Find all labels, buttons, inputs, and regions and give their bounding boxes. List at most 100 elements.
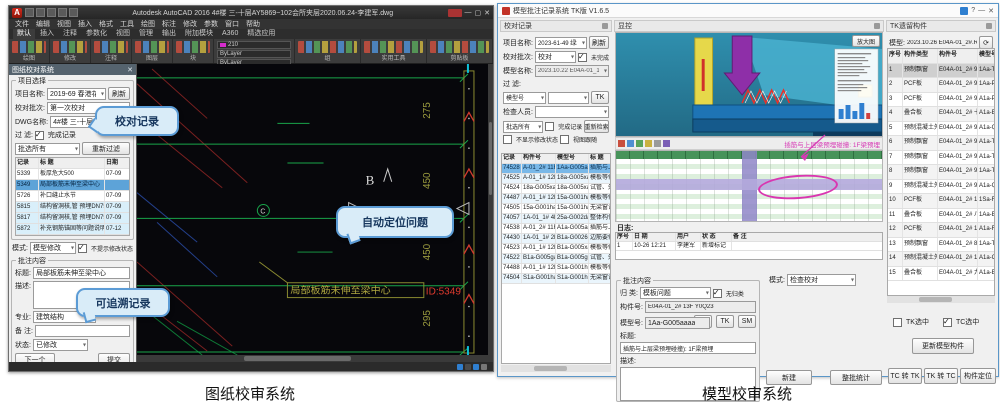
tk-row[interactable]: 12 PCF板 E04A-01_2# 12F... A1a-F003 <box>888 223 994 238</box>
toolbar-icon[interactable] <box>663 140 670 147</box>
research-button[interactable]: 重新检索 <box>584 120 609 133</box>
ribbon-tab[interactable]: 视图 <box>112 29 134 39</box>
menu-item[interactable]: 参数 <box>204 19 218 29</box>
menu-item[interactable]: 插入 <box>78 19 92 29</box>
toolbar-icon[interactable] <box>618 140 625 147</box>
next-button[interactable]: 下一个 <box>15 353 55 362</box>
ribbon-group[interactable]: 块 <box>173 39 214 63</box>
menu-item[interactable]: 编辑 <box>36 19 50 29</box>
refresh-button[interactable]: 刷新 <box>589 36 609 49</box>
ribbon-group[interactable]: 注释 <box>91 39 132 63</box>
no-class-checkbox[interactable] <box>713 289 722 298</box>
status-icon[interactable] <box>481 364 487 370</box>
pin-icon[interactable] <box>602 23 608 29</box>
class-filter-combo[interactable]: 批选所有 <box>503 121 543 133</box>
model-record-row[interactable]: 74538 A-01_2# 11F YGC A1a-G005aaaaa 插筋与上… <box>502 224 610 234</box>
ribbon-icons[interactable] <box>53 41 87 53</box>
model-record-row[interactable]: 74505 15a-G001haaba 15a-G001haaba 无梁窗试口、… <box>502 204 610 214</box>
tk-row[interactable]: 9 预制混凝土外墙 E04A-01_2# 9F Y... A1a-QA03 <box>888 180 994 195</box>
model-window-controls[interactable]: ?—✕ <box>971 7 994 15</box>
log-row[interactable]: 1 10-26 12:21 李建军 新增标记 <box>616 242 882 251</box>
select-all-combo[interactable]: 批选所有 <box>15 143 80 155</box>
ribbon-icons[interactable] <box>135 41 169 53</box>
canvas-vscrollbar[interactable] <box>488 64 493 355</box>
ribbon-group[interactable]: 绘图 <box>9 39 50 63</box>
ribbon-tab[interactable]: 管理 <box>135 29 157 39</box>
no-prompt-checkbox[interactable] <box>78 244 87 253</box>
status-icon[interactable] <box>457 364 463 370</box>
menu-item[interactable]: 标注 <box>162 19 176 29</box>
ribbon-icons[interactable] <box>12 41 46 53</box>
note-title-input[interactable]: 局部板筋未伸至梁中心 <box>33 267 130 279</box>
record-row[interactable]: 5817 结构留洞核,管 预埋DN75过滤 07-09 <box>16 213 129 224</box>
record-row[interactable]: 5339 板厚危大500 07-09 <box>16 169 129 180</box>
ribbon-group[interactable]: 实用工具 <box>361 39 427 63</box>
canvas-hscrollbar[interactable] <box>137 355 493 362</box>
component-input[interactable]: E04A-01_2# 13F Y0Q23 <box>645 301 756 313</box>
chat-icon[interactable] <box>960 7 968 15</box>
record-row[interactable]: 5349 局部板筋未伸至梁中心 <box>16 180 129 191</box>
tk-row[interactable]: 14 预制混凝土外墙 E04A-01_2# 1F Y... A1a-GA03 <box>888 252 994 267</box>
ribbon-tab[interactable]: 精选应用 <box>243 29 279 39</box>
model-record-row[interactable]: 74504 S1a-G001haaba S1a-G001haaba 无梁窗试口、… <box>502 274 610 284</box>
tk-row[interactable]: 7 预制飘窗 E04A-01_2# 9F Y... A1a-TA03 <box>888 151 994 166</box>
review-grid[interactable] <box>615 150 883 222</box>
records-hscrollbar[interactable] <box>501 365 611 372</box>
ribbon-group[interactable]: 图层 <box>132 39 173 63</box>
sm-button[interactable]: SM <box>738 315 756 328</box>
menu-item[interactable]: 绘图 <box>141 19 155 29</box>
ribbon-tab[interactable]: 附加模块 <box>181 29 217 39</box>
ribbon-tab[interactable]: A360 <box>218 29 242 39</box>
tk-row[interactable]: 10 PCF板 E04A-01_2# 12F... 1Sa-F001 <box>888 194 994 209</box>
project-select[interactable]: 2023-61-49 绿地产业城2#-02期F... <box>535 37 587 49</box>
class-select[interactable]: 模板问题 <box>640 287 711 299</box>
infocenter-icon[interactable] <box>448 9 462 17</box>
tk-row[interactable]: 13 预制飘窗 E04A-01_2# 8F Y... 1Aa-T001 <box>888 238 994 253</box>
linetype-control[interactable]: ByLayer <box>217 50 291 58</box>
ribbon-icons[interactable] <box>176 41 210 53</box>
autocad-logo-icon[interactable]: A <box>12 8 22 18</box>
menu-item[interactable]: 文件 <box>15 19 29 29</box>
project-select[interactable]: 2019-69 春港花都河西骏府... <box>47 88 106 100</box>
ribbon-tab[interactable]: 插入 <box>36 29 58 39</box>
mode-select[interactable]: 检查校对 <box>787 274 856 286</box>
ribbon-icons[interactable] <box>364 41 423 53</box>
tk-to-tc-button[interactable]: TK 转 TC <box>924 368 958 384</box>
status-icon[interactable] <box>473 364 479 370</box>
toolbar-icon[interactable] <box>627 140 634 147</box>
mode-select[interactable]: 模型修改 <box>30 242 76 254</box>
menu-item[interactable]: 视图 <box>57 19 71 29</box>
toolbar-icon[interactable] <box>645 140 652 147</box>
model-record-row[interactable]: 74430 1A-01_1# 2F YGC B1a-G0026bbda 边筋要修… <box>502 234 610 244</box>
tc-to-tk-button[interactable]: TC 转 TK <box>888 368 922 384</box>
ribbon-tab[interactable]: 参数化 <box>82 29 111 39</box>
enlarge-view-button[interactable]: 放大图 <box>852 35 880 47</box>
ribbon-tab[interactable]: 注释 <box>59 29 81 39</box>
model-viewport[interactable]: 放大图 <box>615 32 883 137</box>
refresh-button[interactable]: 刷新 <box>108 87 130 100</box>
checker-select[interactable] <box>535 106 609 118</box>
tk-row[interactable]: 8 预制飘窗 E04A-01_2# 9F Y... 1Aa-T003 <box>888 165 994 180</box>
window-controls[interactable]: —▢✕ <box>465 9 491 17</box>
status-select[interactable]: 已修改 <box>33 339 88 351</box>
tk-row[interactable]: 4 叠合板 E04A-01_2# 十层... A1a-B003 <box>888 107 994 122</box>
unfinished-checkbox[interactable] <box>578 53 587 62</box>
pin-icon[interactable] <box>874 23 880 29</box>
tk-hscrollbar[interactable] <box>887 296 995 303</box>
toolbar-icon[interactable] <box>636 140 643 147</box>
ribbon-group[interactable]: 剪贴板 <box>427 39 493 63</box>
status-icon[interactable] <box>465 364 471 370</box>
model-record-row[interactable]: 74525 A-01_1# 12F YGC 18a-G005xaba 模板等修正 <box>502 174 610 184</box>
tk-row[interactable]: 5 预制混凝土外墙 E04A-01_2# 9F Y... A1a-Q001 <box>888 122 994 137</box>
remark-input[interactable] <box>35 325 130 337</box>
tk-button[interactable]: TK <box>716 315 734 328</box>
menu-item[interactable]: 工具 <box>120 19 134 29</box>
tk-row[interactable]: 2 PCF板 E04A-01_2# 9F Y... 1Aa-PA01 <box>888 78 994 93</box>
filter-value-combo[interactable] <box>548 92 589 104</box>
pin-icon[interactable] <box>986 23 992 29</box>
tk-row[interactable]: 1 预制飘窗 E04A-01_2# 9F Y... 1Aa-T002 <box>888 64 994 79</box>
ribbon-tab[interactable]: 默认 <box>13 29 35 39</box>
record-row[interactable]: 5872 补充钢筋锚固等问题说明 07-12 <box>16 224 129 235</box>
toolbar-icon[interactable] <box>654 140 661 147</box>
model-record-row[interactable]: 74487 A-01_1# 12F YGC 15a-G001haaba 模板等修… <box>502 194 610 204</box>
